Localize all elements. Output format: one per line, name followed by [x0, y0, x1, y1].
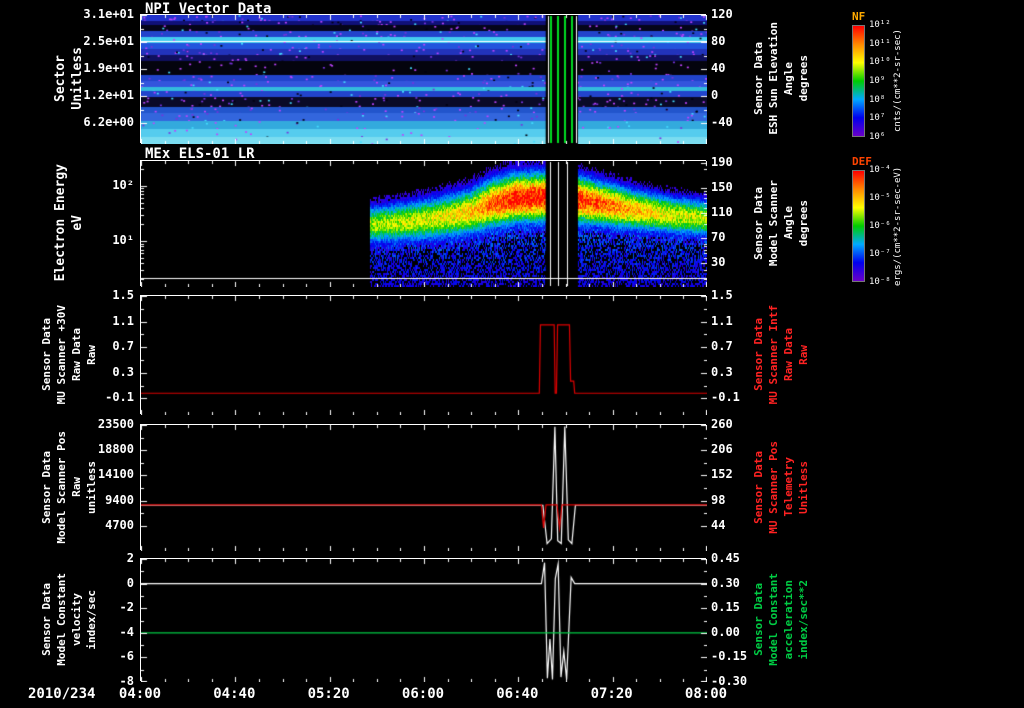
mu-scanner-intf-right-axis-label-line: Sensor Data: [752, 318, 765, 391]
scanner-pos-left-axis-label: Sensor Data Model Scanner Pos Raw unitless: [30, 424, 108, 550]
scanner-pos-right-axis-label-line: MU Scanner Pos: [767, 441, 780, 534]
plot-area-els-energy: [140, 160, 706, 286]
els-energy-right-axis-label-line: degrees: [797, 200, 810, 246]
model-constant-right-axis-label-line: Model Constant: [767, 573, 780, 666]
mu-scanner-intf-left-axis-label-line: Raw Data: [70, 328, 83, 381]
els-energy-left-axis-label-line: Electron Energy: [53, 164, 68, 281]
colorbar-tick-label: 10⁻⁵: [869, 193, 891, 203]
npi-sector-left-axis-label: Sector Unitless: [30, 14, 108, 143]
mu-scanner-intf-left-axis-label-line: Raw: [85, 345, 98, 365]
plot-area-mu-scanner-intf: [140, 295, 706, 414]
scanner-pos-left-axis-label-line: unitless: [85, 461, 98, 514]
science-plot-screen: NPI Vector Data MEx ELS-01 LR 2010/234 3…: [0, 0, 1024, 708]
colorbar-tick-label: 10⁷: [869, 113, 885, 123]
colorbar-tick-label: 10⁶: [869, 132, 885, 142]
colorbar-tick-label: 10⁻⁶: [869, 221, 891, 231]
mu-scanner-intf-right-axis-label: Sensor Data MU Scanner Intf Raw Data Raw: [742, 295, 820, 414]
colorbar-tick-label: 10⁻⁴: [869, 165, 891, 175]
els-energy-right-axis-label: Sensor Data Model Scanner Angle degrees: [742, 160, 820, 286]
els-energy-right-axis-label-line: Sensor Data: [752, 187, 765, 260]
model-constant-right-axis-label-line: acceleration: [782, 580, 795, 659]
colorbar-tick-label: 10¹²: [869, 20, 891, 30]
model-constant-left-axis-label-line: velocity: [70, 593, 83, 646]
mu-scanner-intf-canvas: [141, 296, 707, 415]
scanner-pos-left-axis-label-line: Raw: [70, 477, 83, 497]
plot-area-model-constant: [140, 558, 706, 681]
npi-sector-left-axis-label-line: Unitless: [70, 47, 85, 110]
colorbar-unit-label: ergs/(cm**2-sr-sec-eV): [892, 162, 904, 290]
mu-scanner-intf-left-axis-label: Sensor Data MU Scanner +30V Raw Data Raw: [30, 295, 108, 414]
model-constant-canvas: [141, 559, 707, 682]
model-constant-left-axis-label: Sensor Data Model Constant velocity index/s…: [30, 558, 108, 681]
x-tick-label: 06:00: [402, 686, 444, 702]
scanner-pos-right-axis-label-line: Unitless: [797, 461, 810, 514]
mu-scanner-intf-right-axis-label-line: Raw: [797, 345, 810, 365]
npi-sector-right-axis-label: Sensor Data ESH Sun Elevation Angle degrees: [742, 14, 820, 143]
colorbar-tick-label: 10¹⁰: [869, 57, 891, 67]
x-tick-label: 07:20: [591, 686, 633, 702]
x-tick-label: 04:40: [213, 686, 255, 702]
mu-scanner-intf-left-axis-label-line: MU Scanner +30V: [55, 305, 68, 404]
x-tick-label: 05:20: [308, 686, 350, 702]
x-tick-label: 08:00: [685, 686, 727, 702]
plot-area-npi-sector: [140, 14, 706, 143]
colorbar-tick-label: 10⁻⁷: [869, 249, 891, 259]
els-energy-canvas: [141, 161, 707, 287]
colorbar-def: [852, 170, 865, 282]
x-axis-date-label: 2010/234: [28, 686, 95, 702]
model-constant-left-axis-label-line: Sensor Data: [40, 583, 53, 656]
scanner-pos-left-axis-label-line: Sensor Data: [40, 451, 53, 524]
els-energy-left-axis-label: Electron Energy eV: [30, 160, 108, 286]
npi-sector-right-axis-label-line: degrees: [797, 55, 810, 101]
els-energy-left-axis-label-line: eV: [70, 215, 85, 231]
scanner-pos-right-axis-label: Sensor Data MU Scanner Pos Telemetry Unitle…: [742, 424, 820, 550]
mu-scanner-intf-right-axis-label-line: Raw Data: [782, 328, 795, 381]
colorbar-tick-label: 10⁻⁸: [869, 277, 891, 287]
npi-sector-right-axis-label-line: Sensor Data: [752, 42, 765, 115]
scanner-pos-right-axis-label-line: Sensor Data: [752, 451, 765, 524]
model-constant-right-axis-label-line: index/sec**2: [797, 580, 810, 659]
model-constant-left-axis-label-line: index/sec: [85, 590, 98, 650]
npi-sector-canvas: [141, 15, 707, 144]
model-constant-left-axis-label-line: Model Constant: [55, 573, 68, 666]
npi-sector-right-axis-label-line: ESH Sun Elevation: [767, 22, 780, 135]
plot-area-scanner-pos: [140, 424, 706, 550]
els-energy-right-axis-label-line: Angle: [782, 206, 795, 239]
colorbar-tick-label: 10⁹: [869, 76, 885, 86]
colorbar-tick-label: 10¹¹: [869, 39, 891, 49]
model-constant-right-axis-label-line: Sensor Data: [752, 583, 765, 656]
mu-scanner-intf-right-axis-label-line: MU Scanner Intf: [767, 305, 780, 404]
mu-scanner-intf-left-axis-label-line: Sensor Data: [40, 318, 53, 391]
colorbar-tick-label: 10⁸: [869, 95, 885, 105]
model-constant-right-axis-label: Sensor Data Model Constant acceleration ind…: [742, 558, 820, 681]
scanner-pos-canvas: [141, 425, 707, 551]
els-energy-right-axis-label-line: Model Scanner: [767, 180, 780, 266]
colorbar-title-nf: NF: [852, 10, 865, 23]
x-tick-label: 04:00: [119, 686, 161, 702]
colorbar-unit-label: cnts/(cm**2-sr-sec): [892, 17, 904, 145]
scanner-pos-left-axis-label-line: Model Scanner Pos: [55, 431, 68, 544]
scanner-pos-right-axis-label-line: Telemetry: [782, 457, 795, 517]
colorbar-nf: [852, 25, 865, 137]
npi-sector-right-axis-label-line: Angle: [782, 62, 795, 95]
x-tick-label: 06:40: [496, 686, 538, 702]
npi-sector-left-axis-label-line: Sector: [53, 55, 68, 102]
